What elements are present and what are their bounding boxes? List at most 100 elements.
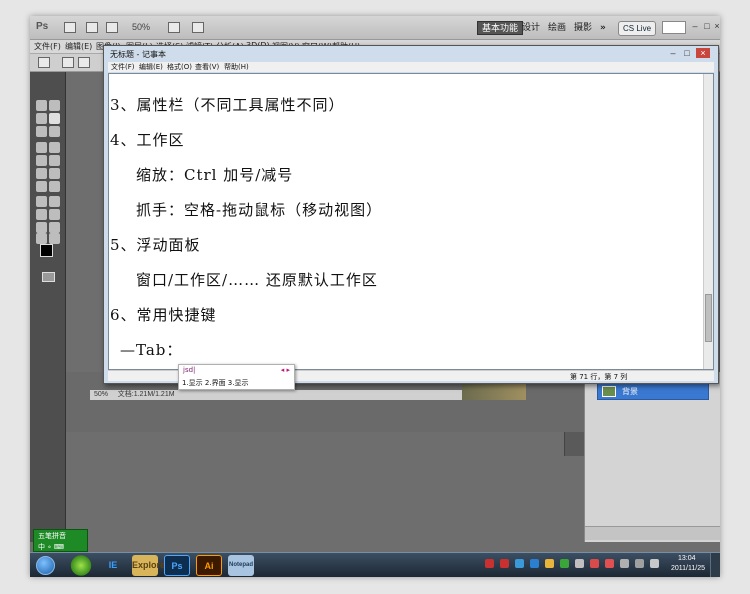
view-extras-icon[interactable] [106,22,118,33]
notepad-window-controls: – □ × [666,48,712,58]
notepad-close-icon[interactable]: × [696,48,710,58]
3d-rotate-tool-icon[interactable] [36,222,47,233]
workspace-design-button[interactable]: 设计 [518,21,544,35]
tray-icon-5[interactable] [545,559,554,568]
bridge-icon[interactable] [64,22,76,33]
ime-toolbar-icons[interactable]: 中 ∘ ⌨ [38,542,64,552]
ime-page-arrows[interactable]: ◂ ▸ [281,366,290,374]
workspace-more-button[interactable]: » [596,21,610,35]
hand-tool-icon[interactable] [36,233,47,244]
np-menu-help[interactable]: 帮助(H) [224,62,249,72]
text-line: 5、浮动面板 [110,236,201,254]
3d-orbit-tool-icon[interactable] [49,222,60,233]
lasso-tool-icon[interactable] [36,113,47,124]
layers-panel-footer [585,526,720,540]
app-icon-1[interactable] [68,555,94,576]
pen-tool-icon[interactable] [36,196,47,207]
notepad-task-icon[interactable]: Notepad [228,555,254,576]
tray-icon-6[interactable] [560,559,569,568]
type-tool-icon[interactable] [49,196,60,207]
dodge-tool-icon[interactable] [49,181,60,192]
clock-time[interactable]: 13:04 [678,555,696,562]
show-desktop-button[interactable] [710,553,720,577]
move-tool-icon[interactable] [49,100,60,111]
zoom-level[interactable]: 50% [132,22,150,32]
tray-icon-7[interactable] [575,559,584,568]
np-menu-edit[interactable]: 编辑(E) [139,62,163,72]
volume-icon[interactable] [650,559,659,568]
notepad-maximize-icon[interactable]: □ [682,48,692,58]
zoom-tool-panel-icon[interactable] [49,233,60,244]
brush-tool-icon[interactable] [49,142,60,153]
windows-taskbar: IE Explorer Ps Ai Notepad 13:04 2011/11/… [30,552,720,577]
ime-candidates[interactable]: 1.显示 2.界面 3.显示 [182,378,249,388]
illustrator-task-icon[interactable]: Ai [196,555,222,576]
history-brush-tool-icon[interactable] [49,155,60,166]
zoom-tool-icon[interactable] [38,57,50,68]
quick-mask-icon[interactable] [42,272,55,282]
clone-stamp-tool-icon[interactable] [36,155,47,166]
marquee-tool-icon[interactable] [36,100,47,111]
notepad-menu-bar: 文件(F) 编辑(E) 格式(O) 查看(V) 帮助(H) [108,62,714,72]
np-menu-format[interactable]: 格式(O) [167,62,192,72]
path-select-tool-icon[interactable] [36,209,47,220]
photoshop-logo: Ps [36,21,49,32]
healing-brush-tool-icon[interactable] [36,142,47,153]
workspace-essentials-button[interactable]: 基本功能 [477,21,524,35]
notepad-minimize-icon[interactable]: – [668,48,678,58]
foreground-color-swatch[interactable] [40,244,53,257]
text-line: 窗口/工作区/…… 还原默认工作区 [136,271,378,289]
screen-mode-icon[interactable] [192,22,204,33]
desktop-screen: Ps 50% 基本功能 设计 绘画 摄影 » CS Live – □ × 文件(… [30,16,720,577]
shape-tool-icon[interactable] [49,209,60,220]
tray-icon-4[interactable] [530,559,539,568]
arrange-documents-icon[interactable] [168,22,180,33]
blur-tool-icon[interactable] [36,181,47,192]
eyedropper-tool-icon[interactable] [49,126,60,137]
cs-live-button[interactable]: CS Live [618,21,657,36]
tools-panel [30,72,66,542]
quick-select-tool-icon[interactable] [49,113,60,124]
crop-tool-icon[interactable] [36,126,47,137]
start-button[interactable] [36,556,55,575]
ime-status-bar[interactable]: 五笔拼音 中 ∘ ⌨ [33,529,88,552]
notepad-text-area[interactable]: 3、属性栏（不同工具属性不同） 4、工作区 缩放：Ctrl 加号/减号 抓手：空… [108,73,714,370]
layer-row-background[interactable]: 背景 [597,382,709,400]
eraser-tool-icon[interactable] [36,168,47,179]
clock-date[interactable]: 2011/11/25 [671,565,705,572]
text-line: 缩放：Ctrl 加号/减号 [136,166,294,184]
menu-file[interactable]: 文件(F) [34,41,61,52]
zoom-out-icon[interactable] [78,57,90,68]
workspace-painting-button[interactable]: 绘画 [544,21,570,35]
notepad-scroll-thumb[interactable] [705,294,712,342]
cursor-position: 第 71 行，第 7 列 [570,373,628,381]
photoshop-task-icon[interactable]: Ps [164,555,190,576]
np-menu-file[interactable]: 文件(F) [111,62,135,72]
gradient-tool-icon[interactable] [49,168,60,179]
mini-bridge-icon[interactable] [86,22,98,33]
network-icon[interactable] [635,559,644,568]
photoshop-app-bar: Ps 50% 基本功能 设计 绘画 摄影 » CS Live – □ × [30,16,720,40]
ie-icon[interactable]: IE [100,555,126,576]
np-menu-view[interactable]: 查看(V) [195,62,219,72]
menu-edit[interactable]: 编辑(E) [65,41,92,52]
close-icon[interactable]: × [712,21,720,31]
search-input[interactable] [662,21,686,34]
tray-icon-2[interactable] [500,559,509,568]
text-line: —Tab： [120,341,183,359]
doc-zoom-value[interactable]: 50% [94,391,108,398]
document-image-preview [462,384,526,400]
tray-icon-1[interactable] [485,559,494,568]
tray-icon-3[interactable] [515,559,524,568]
tray-icon-10[interactable] [620,559,629,568]
zoom-in-icon[interactable] [62,57,74,68]
ime-candidate-popup: jsd| ◂ ▸ 1.显示 2.界面 3.显示 [178,364,295,390]
notepad-title: 无标题 - 记事本 [110,50,166,59]
explorer-icon[interactable]: Explorer [132,555,169,576]
notepad-scrollbar[interactable] [703,74,713,369]
workspace-photography-button[interactable]: 摄影 [570,21,596,35]
tray-icon-9[interactable] [605,559,614,568]
minimize-icon[interactable]: – [690,21,700,31]
maximize-icon[interactable]: □ [702,21,712,31]
tray-icon-8[interactable] [590,559,599,568]
